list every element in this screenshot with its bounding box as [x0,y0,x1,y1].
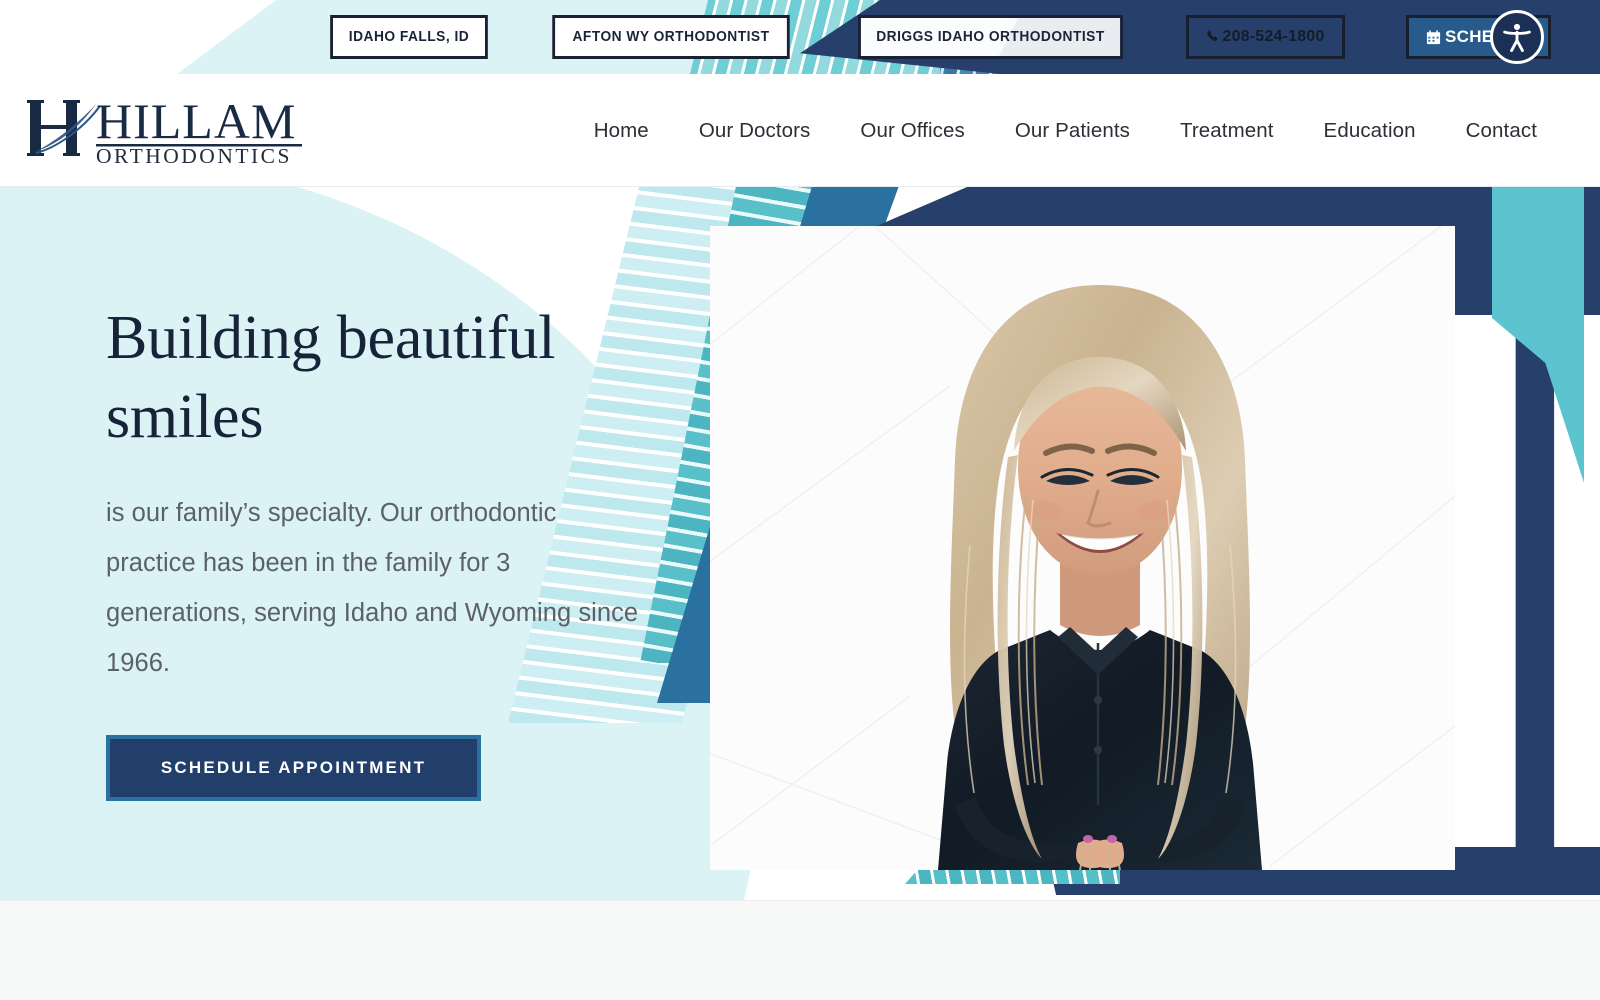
nav-item-contact[interactable]: Contact [1441,119,1562,143]
phone-button[interactable]: 208-524-1800 [1186,15,1345,59]
nav-item-treatment[interactable]: Treatment [1155,119,1299,143]
hero-heading-line-1: Building beautiful [106,304,556,372]
hero-paragraph: is our family’s specialty. Our orthodont… [106,498,639,677]
calendar-icon [1426,29,1441,45]
schedule-appointment-button[interactable]: SCHEDULE APPOINTMENT [106,734,481,801]
nav-item-our-offices[interactable]: Our Offices [835,119,989,143]
nav-item-our-patients[interactable]: Our Patients [990,119,1155,143]
accessibility-icon[interactable] [1490,10,1544,64]
svg-text:ORTHODONTICS: ORTHODONTICS [96,144,292,168]
hero-heading: Building beautiful smiles [106,299,646,458]
hero-heading-line-2: smiles [106,383,264,452]
nav-item-our-doctors[interactable]: Our Doctors [674,119,836,143]
location-button-driggs-idaho[interactable]: DRIGGS IDAHO ORTHODONTIST [857,15,1124,59]
logo-hillam-orthodontics[interactable]: HILLAM ORTHODONTICS [26,90,304,168]
hero-portrait-photo [938,285,1262,870]
phone-number-label: 208-524-1800 [1222,28,1325,45]
hero-image-card [710,226,1455,870]
hero-section: Building beautiful smiles is our family’… [0,187,1600,900]
nav-item-home[interactable]: Home [569,119,674,143]
nav-item-education[interactable]: Education [1299,119,1441,143]
phone-icon [1206,29,1219,45]
svg-text:HILLAM: HILLAM [96,93,296,149]
hero-text-block: Building beautiful smiles is our family’… [106,299,646,801]
location-button-afton-wy[interactable]: AFTON WY ORTHODONTIST [552,15,790,59]
location-button-idaho-falls[interactable]: IDAHO FALLS, ID [330,15,488,59]
page-root: IDAHO FALLS, ID AFTON WY ORTHODONTIST DR… [0,0,1600,1000]
page-bottom-band [0,900,1600,1000]
top-utility-bar: IDAHO FALLS, ID AFTON WY ORTHODONTIST DR… [0,0,1600,74]
topbar-content: IDAHO FALLS, ID AFTON WY ORTHODONTIST DR… [0,0,1600,74]
main-navigation: Home Our Doctors Our Offices Our Patient… [569,74,1562,187]
site-header: HILLAM ORTHODONTICS Home Our Doctors Our… [0,74,1600,187]
